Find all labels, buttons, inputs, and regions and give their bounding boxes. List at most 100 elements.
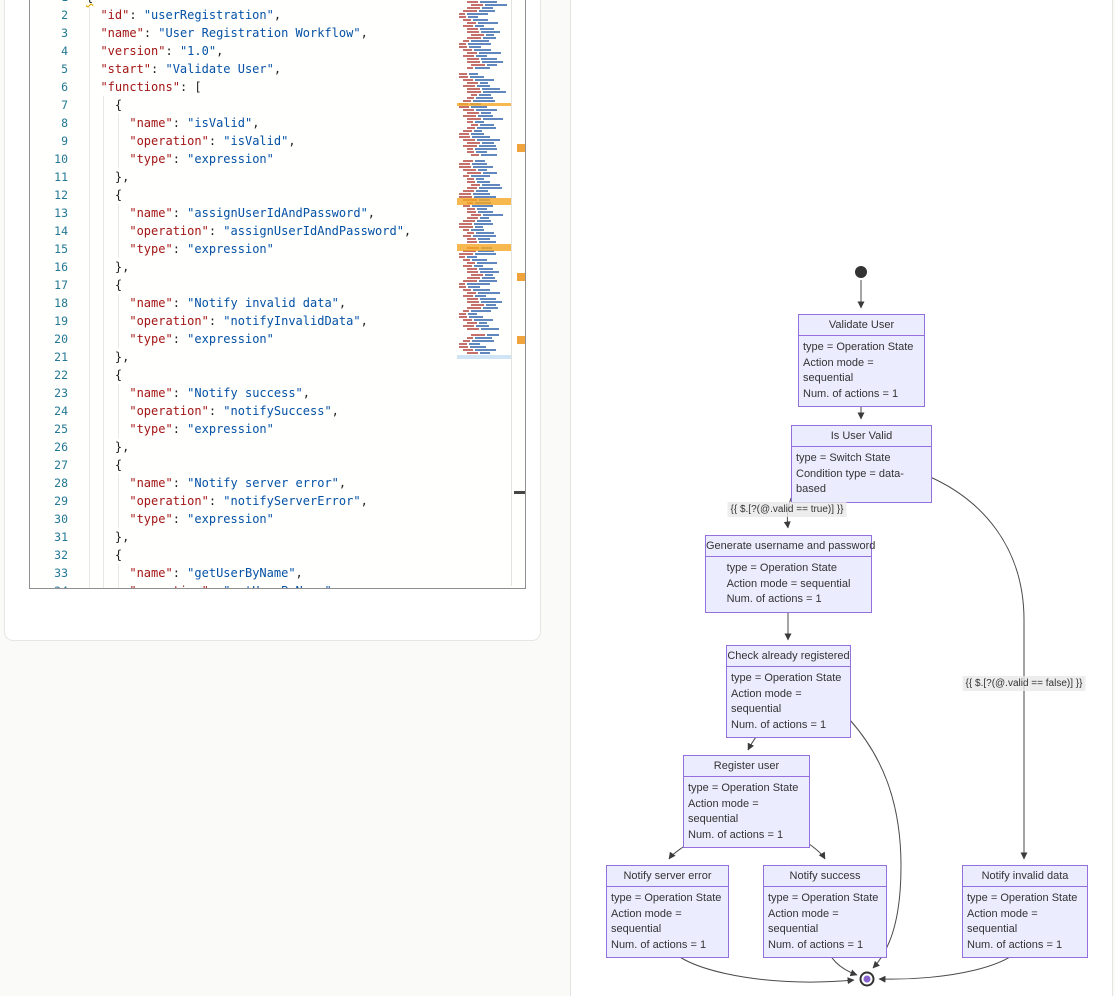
indent-guide (103, 474, 104, 492)
state-attr: Num. of actions = 1 (688, 828, 805, 844)
code-line: 30 "type": "expression" (30, 510, 457, 528)
code-line: 15 "type": "expression" (30, 240, 457, 258)
state-attr: Num. of actions = 1 (727, 592, 851, 608)
start-state-node (855, 266, 867, 278)
state-attr: type = Operation State (803, 340, 920, 356)
state-attr: Num. of actions = 1 (803, 387, 920, 403)
indent-guide (103, 492, 104, 510)
ruler-cursor-marker (514, 491, 526, 494)
minimap-selection-highlight (457, 355, 511, 359)
line-number: 27 (30, 456, 68, 474)
state-node-notify-invalid-data: Notify invalid data type = Operation Sta… (962, 865, 1088, 958)
indent-guide (118, 312, 119, 330)
code-line: 18 "name": "Notify invalid data", (30, 294, 457, 312)
code-line: 7 { (30, 96, 457, 114)
line-number: 28 (30, 474, 68, 492)
state-attr: type = Operation State (731, 671, 846, 687)
state-title: Notify invalid data (963, 866, 1087, 887)
code-line: 6 "functions": [ (30, 78, 457, 96)
indent-guide (118, 204, 119, 222)
line-number: 24 (30, 402, 68, 420)
indent-guide (103, 132, 104, 150)
line-number: 33 (30, 564, 68, 582)
state-title: Is User Valid (792, 426, 931, 447)
code-line: 28 "name": "Notify server error", (30, 474, 457, 492)
state-node-notify-success: Notify success type = Operation State Ac… (763, 865, 887, 958)
state-attr: type = Operation State (768, 891, 882, 907)
line-number: 16 (30, 258, 68, 276)
indent-guide (103, 528, 104, 546)
indent-guide (118, 492, 119, 510)
indent-guide (103, 564, 104, 582)
indent-guide (89, 276, 90, 294)
code-line: 29 "operation": "notifyServerError", (30, 492, 457, 510)
state-node-register-user: Register user type = Operation State Act… (683, 755, 810, 848)
code-line: 8 "name": "isValid", (30, 114, 457, 132)
minimap[interactable] (457, 0, 511, 586)
indent-guide (103, 114, 104, 132)
line-number: 32 (30, 546, 68, 564)
editor-card: 1{2 "id": "userRegistration",3 "name": "… (4, 0, 541, 641)
indent-guide (103, 384, 104, 402)
state-title: Register user (684, 756, 809, 777)
ruler-marker (517, 144, 525, 152)
indent-guide (89, 204, 90, 222)
line-number: 11 (30, 168, 68, 186)
indent-guide (89, 258, 90, 276)
code-line: 10 "type": "expression" (30, 150, 457, 168)
indent-guide (103, 546, 104, 564)
code-line: 27 { (30, 456, 457, 474)
code-line: 17 { (30, 276, 457, 294)
code-editor[interactable]: 1{2 "id": "userRegistration",3 "name": "… (29, 0, 526, 589)
indent-guide (103, 438, 104, 456)
edge-isvalid-false-to-notifyinvalid (928, 476, 1024, 859)
indent-guide (118, 564, 119, 582)
indent-guide (118, 582, 119, 589)
indent-guide (89, 474, 90, 492)
code-line: 3 "name": "User Registration Workflow", (30, 24, 457, 42)
line-number: 20 (30, 330, 68, 348)
state-attr: type = Operation State (967, 891, 1083, 907)
code-line: 12 { (30, 186, 457, 204)
indent-guide (118, 330, 119, 348)
minimap-find-highlight (457, 244, 511, 251)
indent-guide (89, 114, 90, 132)
indent-guide (89, 564, 90, 582)
code-line: 32 { (30, 546, 457, 564)
end-state-node-core (864, 976, 871, 983)
indent-guide (89, 96, 90, 114)
ruler-marker (517, 336, 525, 344)
line-number: 23 (30, 384, 68, 402)
line-number: 31 (30, 528, 68, 546)
code-line: 22 { (30, 366, 457, 384)
indent-guide (89, 510, 90, 528)
line-number: 7 (30, 96, 68, 114)
indent-guide (89, 402, 90, 420)
line-number: 34 (30, 582, 68, 589)
code-line: 25 "type": "expression" (30, 420, 457, 438)
indent-guide (89, 294, 90, 312)
line-number: 15 (30, 240, 68, 258)
state-attr: Action mode = sequential (768, 907, 882, 938)
line-number: 5 (30, 60, 68, 78)
indent-guide (118, 420, 119, 438)
indent-guide (89, 420, 90, 438)
state-attr: type = Operation State (611, 891, 724, 907)
state-node-check-already-registered: Check already registered type = Operatio… (726, 645, 851, 738)
line-number: 21 (30, 348, 68, 366)
line-number: 2 (30, 6, 68, 24)
indent-guide (118, 384, 119, 402)
indent-guide (103, 294, 104, 312)
code-line: 26 }, (30, 438, 457, 456)
code-line: 16 }, (30, 258, 457, 276)
line-number: 13 (30, 204, 68, 222)
indent-guide (103, 402, 104, 420)
indent-guide (118, 222, 119, 240)
code-line: 31 }, (30, 528, 457, 546)
indent-guide (89, 330, 90, 348)
indent-guide (103, 186, 104, 204)
code-line: 13 "name": "assignUserIdAndPassword", (30, 204, 457, 222)
state-attr: Num. of actions = 1 (731, 718, 846, 734)
indent-guide (89, 168, 90, 186)
indent-guide (89, 24, 90, 42)
